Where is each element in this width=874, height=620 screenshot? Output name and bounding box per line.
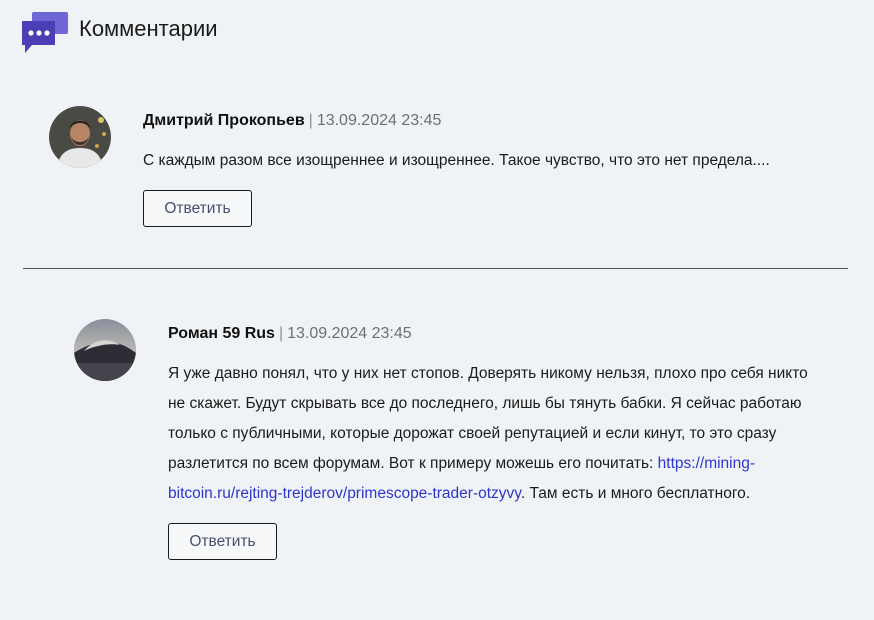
section-title: Комментарии <box>79 16 218 41</box>
comment-text-part: . Там есть и много бесплатного. <box>520 485 751 502</box>
comment-divider <box>23 268 848 269</box>
comment-date: 13.09.2024 23:45 <box>316 112 442 129</box>
comment-item: Дмитрий Прокопьев | 13.09.2024 23:45 С каж… <box>49 106 770 227</box>
comment-date: 13.09.2024 23:45 <box>287 325 412 342</box>
meta-separator: | <box>278 325 284 342</box>
comment-item: Роман 59 Rus | 13.09.2024 23:45 Я уже давн… <box>74 319 828 560</box>
meta-separator: | <box>308 112 313 129</box>
avatar[interactable] <box>49 106 111 168</box>
reply-button[interactable]: Ответить <box>143 190 252 227</box>
reply-button[interactable]: Ответить <box>168 523 277 560</box>
comment-text: С каждым разом все изощреннее и изощренн… <box>143 152 770 169</box>
comments-header: Комментарии <box>22 12 218 54</box>
comment-author[interactable]: Роман 59 Rus <box>168 325 275 342</box>
comment-author[interactable]: Дмитрий Прокопьев <box>143 112 305 129</box>
chat-bubble-icon <box>22 12 68 54</box>
comment-text: Я уже давно понял, что у них нет стопов.… <box>168 359 828 509</box>
avatar[interactable] <box>74 319 136 381</box>
